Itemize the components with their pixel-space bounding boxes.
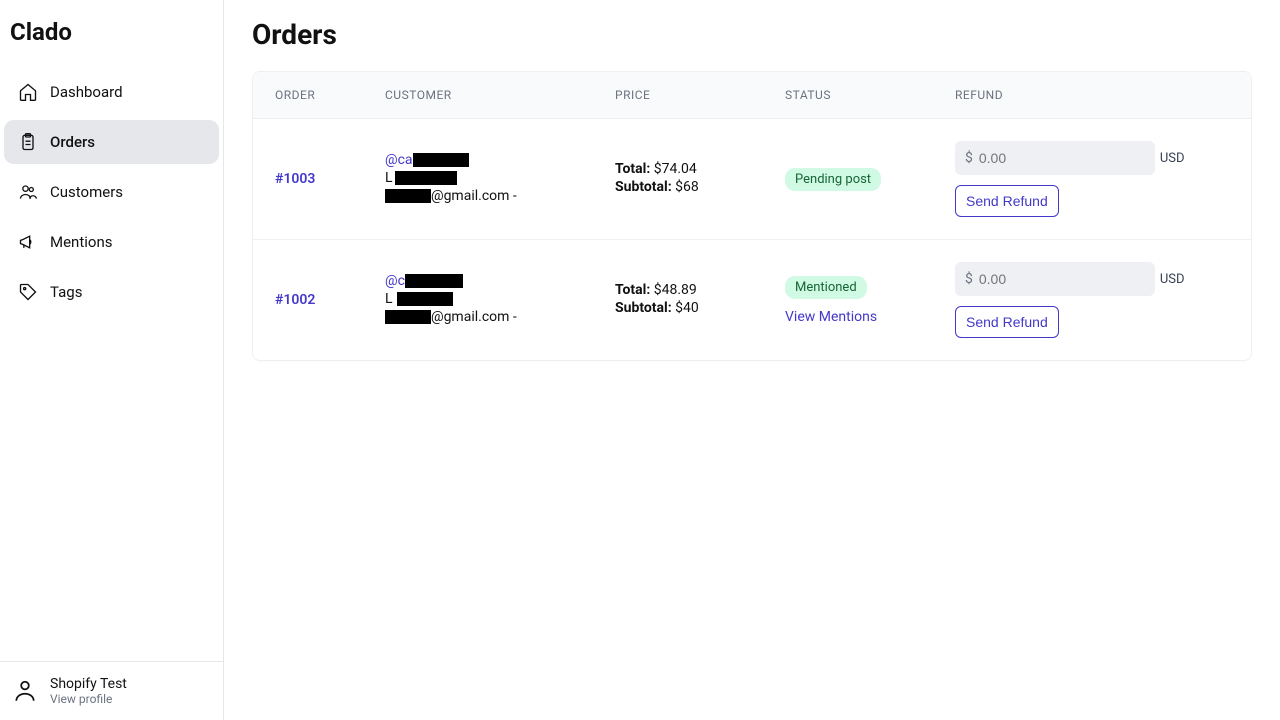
order-link[interactable]: #1002 bbox=[275, 292, 315, 308]
redaction bbox=[397, 292, 453, 306]
price-total-label: Total: bbox=[615, 161, 650, 177]
sidebar-item-label: Dashboard bbox=[50, 83, 123, 101]
tag-icon bbox=[18, 282, 38, 302]
sidebar-item-label: Tags bbox=[50, 283, 82, 301]
th-status: STATUS bbox=[785, 88, 955, 102]
megaphone-icon bbox=[18, 232, 38, 252]
currency-suffix: USD bbox=[1160, 272, 1185, 287]
price-total-label: Total: bbox=[615, 282, 650, 298]
th-refund: REFUND bbox=[955, 88, 1229, 102]
price-subtotal: $68 bbox=[675, 179, 699, 195]
sidebar-item-label: Customers bbox=[50, 183, 123, 201]
view-mentions-link[interactable]: View Mentions bbox=[785, 309, 877, 325]
customer-handle[interactable]: @ca bbox=[385, 152, 469, 168]
sidebar-item-customers[interactable]: Customers bbox=[4, 170, 219, 214]
sidebar-item-mentions[interactable]: Mentions bbox=[4, 220, 219, 264]
status-badge: Pending post bbox=[785, 168, 881, 191]
nav: Dashboard Orders Customers Mentions Tags bbox=[0, 70, 223, 661]
th-order: ORDER bbox=[275, 88, 385, 102]
currency-prefix: $ bbox=[965, 150, 973, 166]
status-badge: Mentioned bbox=[785, 276, 867, 299]
customer-name: L bbox=[385, 170, 457, 186]
table-row: #1002 @c L @gmail.com - Total: $48.89 Su… bbox=[253, 240, 1251, 360]
order-link[interactable]: #1003 bbox=[275, 171, 315, 187]
price-total: $48.89 bbox=[654, 282, 697, 298]
th-price: PRICE bbox=[615, 88, 785, 102]
sidebar-item-dashboard[interactable]: Dashboard bbox=[4, 70, 219, 114]
customer-email: @gmail.com - bbox=[385, 188, 517, 204]
orders-table: ORDER CUSTOMER PRICE STATUS REFUND #1003… bbox=[252, 71, 1252, 361]
sidebar-item-label: Mentions bbox=[50, 233, 112, 251]
th-customer: CUSTOMER bbox=[385, 88, 615, 102]
brand-title: Clado bbox=[0, 0, 223, 70]
redaction bbox=[395, 171, 457, 185]
avatar-icon bbox=[12, 678, 38, 704]
sidebar-item-tags[interactable]: Tags bbox=[4, 270, 219, 314]
currency-suffix: USD bbox=[1160, 151, 1185, 166]
sidebar-item-label: Orders bbox=[50, 133, 95, 151]
price-total: $74.04 bbox=[654, 161, 697, 177]
footer-name: Shopify Test bbox=[50, 676, 127, 692]
redaction bbox=[385, 189, 431, 203]
customer-handle[interactable]: @c bbox=[385, 273, 463, 289]
send-refund-button[interactable]: Send Refund bbox=[955, 306, 1059, 338]
price-subtotal: $40 bbox=[675, 300, 699, 316]
sidebar-footer[interactable]: Shopify Test View profile bbox=[0, 661, 223, 720]
page-title: Orders bbox=[252, 18, 1252, 51]
price-subtotal-label: Subtotal: bbox=[615, 300, 672, 316]
customer-email: @gmail.com - bbox=[385, 309, 517, 325]
refund-amount-input[interactable] bbox=[979, 271, 1160, 287]
refund-input-group[interactable]: $ USD bbox=[955, 141, 1155, 175]
home-icon bbox=[18, 82, 38, 102]
redaction bbox=[405, 274, 463, 288]
table-header: ORDER CUSTOMER PRICE STATUS REFUND bbox=[253, 72, 1251, 119]
currency-prefix: $ bbox=[965, 271, 973, 287]
refund-input-group[interactable]: $ USD bbox=[955, 262, 1155, 296]
redaction bbox=[413, 153, 469, 167]
table-row: #1003 @ca L @gmail.com - Total: $74.04 S… bbox=[253, 119, 1251, 240]
footer-sublabel: View profile bbox=[50, 692, 127, 706]
clipboard-icon bbox=[18, 132, 38, 152]
sidebar: Clado Dashboard Orders Customers Mention… bbox=[0, 0, 224, 720]
redaction bbox=[385, 310, 431, 324]
main: Orders ORDER CUSTOMER PRICE STATUS REFUN… bbox=[224, 0, 1280, 720]
send-refund-button[interactable]: Send Refund bbox=[955, 185, 1059, 217]
sidebar-item-orders[interactable]: Orders bbox=[4, 120, 219, 164]
customer-name: L bbox=[385, 291, 453, 307]
refund-amount-input[interactable] bbox=[979, 150, 1160, 166]
users-icon bbox=[18, 182, 38, 202]
price-subtotal-label: Subtotal: bbox=[615, 179, 672, 195]
